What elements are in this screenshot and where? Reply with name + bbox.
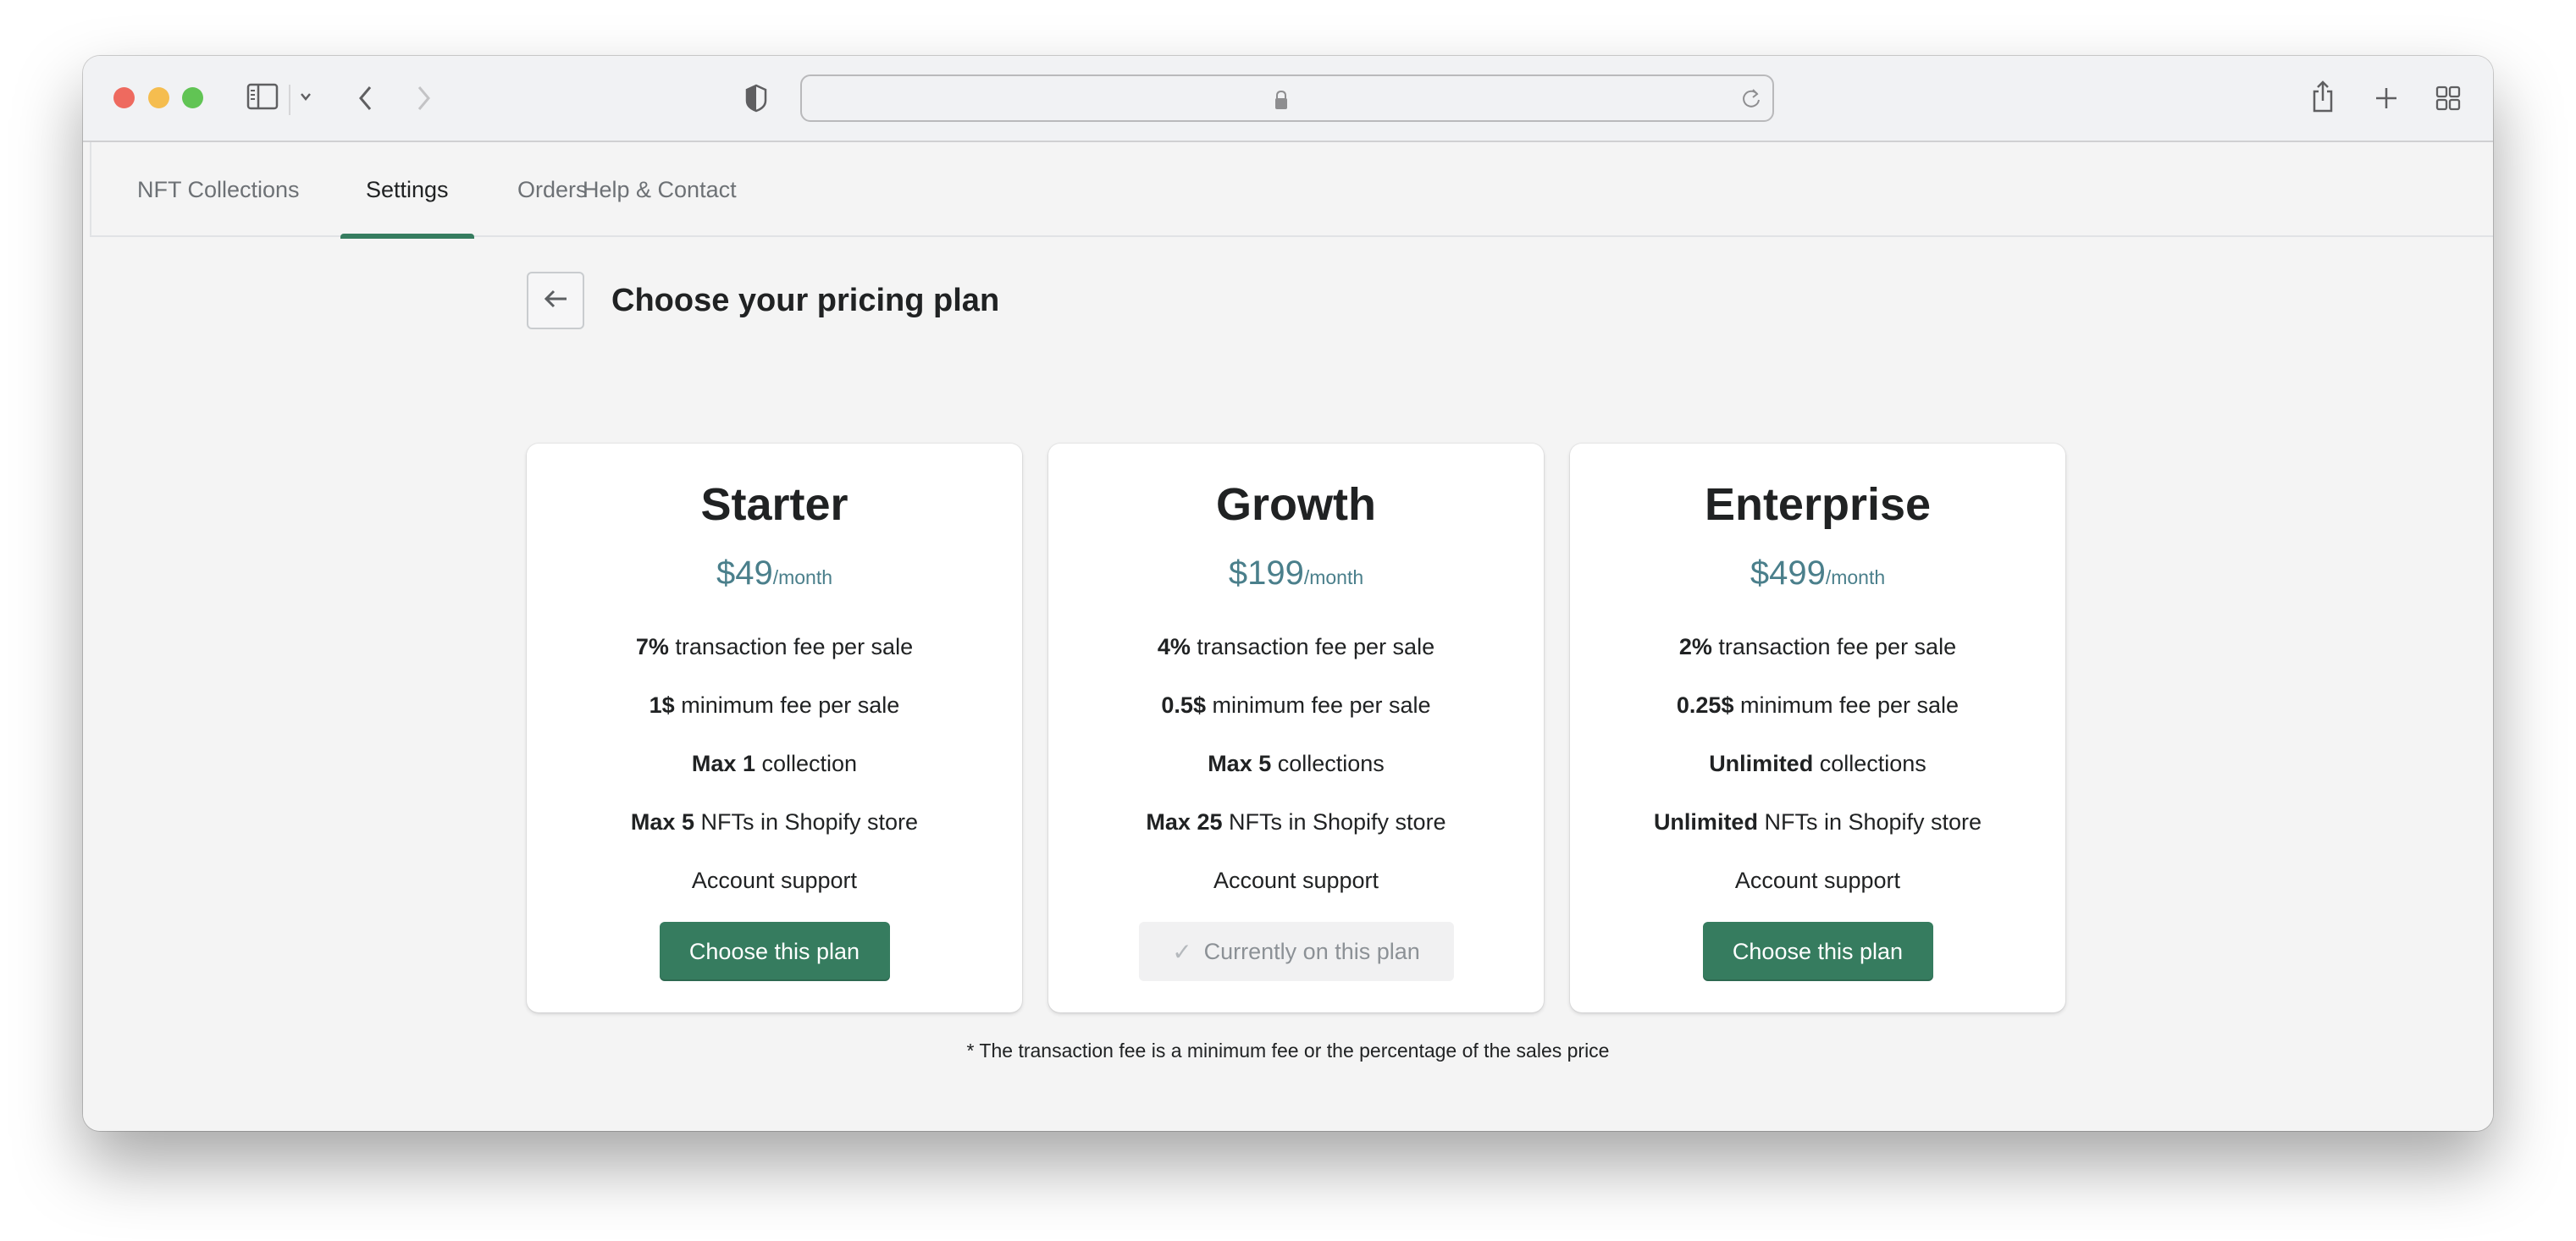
checkmark-icon: ✓ bbox=[1172, 938, 1192, 965]
current-plan-label: Currently on this plan bbox=[1203, 938, 1420, 964]
page-header: Choose your pricing plan bbox=[527, 271, 999, 330]
feature-support: Account support bbox=[1734, 868, 1901, 893]
price-period: /month bbox=[1303, 566, 1364, 588]
feature-support: Account support bbox=[691, 868, 858, 893]
app-navigation-tabs: NFT Collections Settings Orders Help & C… bbox=[90, 142, 2493, 239]
plan-card-growth: Growth $199/month 4% transaction fee per… bbox=[1048, 444, 1544, 1012]
back-button[interactable] bbox=[527, 272, 584, 329]
shield-icon[interactable] bbox=[744, 81, 769, 115]
price-period: /month bbox=[1825, 566, 1886, 588]
arrow-left-icon bbox=[543, 289, 568, 313]
plan-price: $499/month bbox=[1750, 549, 1885, 604]
grid-icon[interactable] bbox=[2434, 81, 2463, 115]
toolbar-divider bbox=[289, 85, 290, 115]
plan-card-starter: Starter $49/month 7% transaction fee per… bbox=[527, 444, 1022, 1012]
lock-icon bbox=[1272, 89, 1291, 111]
tab-settings[interactable]: Settings bbox=[340, 142, 474, 239]
tab-label: NFT Collections bbox=[137, 176, 300, 202]
feature-list: 7% transaction fee per sale 1$ minimum f… bbox=[631, 618, 918, 910]
page-title: Choose your pricing plan bbox=[611, 282, 1000, 318]
feature-nfts: Max 25 NFTs in Shopify store bbox=[1146, 809, 1446, 835]
feature-minimum-fee: 1$ minimum fee per sale bbox=[649, 692, 900, 718]
feature-support: Account support bbox=[1213, 868, 1379, 893]
plan-name: Enterprise bbox=[1704, 479, 1932, 530]
page-content: NFT Collections Settings Orders Help & C… bbox=[83, 142, 2493, 1131]
tab-label: Help & Contact bbox=[583, 176, 737, 202]
chevron-down-icon[interactable] bbox=[296, 86, 315, 107]
chevron-left-icon[interactable] bbox=[352, 81, 378, 115]
tab-nft-collections[interactable]: NFT Collections bbox=[112, 142, 325, 237]
close-window-button[interactable] bbox=[113, 87, 135, 108]
price-amount: $499 bbox=[1750, 554, 1826, 592]
feature-collections: Max 5 collections bbox=[1208, 751, 1385, 776]
browser-window: NFT Collections Settings Orders Help & C… bbox=[83, 56, 2493, 1131]
price-amount: $49 bbox=[716, 554, 773, 592]
feature-transaction-fee: 7% transaction fee per sale bbox=[635, 634, 914, 659]
plus-icon[interactable] bbox=[2372, 81, 2401, 115]
feature-nfts: Unlimited NFTs in Shopify store bbox=[1653, 809, 1982, 835]
active-tab-indicator bbox=[340, 234, 474, 239]
feature-collections: Unlimited collections bbox=[1709, 751, 1926, 776]
feature-nfts: Max 5 NFTs in Shopify store bbox=[630, 809, 919, 835]
feature-minimum-fee: 0.5$ minimum fee per sale bbox=[1161, 692, 1431, 718]
choose-plan-button[interactable]: Choose this plan bbox=[659, 922, 890, 981]
feature-transaction-fee: 4% transaction fee per sale bbox=[1157, 634, 1435, 659]
current-plan-button: ✓ Currently on this plan bbox=[1138, 922, 1454, 981]
feature-list: 4% transaction fee per sale 0.5$ minimum… bbox=[1146, 618, 1446, 910]
chevron-right-icon[interactable] bbox=[412, 81, 437, 115]
address-bar[interactable] bbox=[800, 74, 1774, 122]
plan-price: $49/month bbox=[716, 549, 832, 604]
feature-transaction-fee: 2% transaction fee per sale bbox=[1678, 634, 1957, 659]
feature-minimum-fee: 0.25$ minimum fee per sale bbox=[1676, 692, 1960, 718]
tab-help-contact[interactable]: Help & Contact bbox=[557, 142, 762, 237]
plan-name: Growth bbox=[1216, 479, 1376, 530]
pricing-plans: Starter $49/month 7% transaction fee per… bbox=[527, 444, 2065, 1012]
share-icon[interactable] bbox=[2308, 78, 2337, 115]
plan-card-enterprise: Enterprise $499/month 2% transaction fee… bbox=[1570, 444, 2065, 1012]
sidebar-icon[interactable] bbox=[246, 83, 279, 110]
feature-collections: Max 1 collection bbox=[691, 751, 858, 776]
tab-label: Settings bbox=[366, 176, 449, 202]
minimize-window-button[interactable] bbox=[148, 87, 169, 108]
reload-icon[interactable] bbox=[1739, 86, 1764, 112]
plan-price: $199/month bbox=[1229, 549, 1363, 604]
footnote: * The transaction fee is a minimum fee o… bbox=[966, 1040, 1610, 1062]
price-period: /month bbox=[772, 566, 833, 588]
zoom-window-button[interactable] bbox=[182, 87, 203, 108]
plan-name: Starter bbox=[700, 479, 849, 530]
feature-list: 2% transaction fee per sale 0.25$ minimu… bbox=[1654, 618, 1982, 910]
choose-plan-button[interactable]: Choose this plan bbox=[1702, 922, 1933, 981]
browser-toolbar bbox=[83, 56, 2493, 142]
price-amount: $199 bbox=[1228, 554, 1304, 592]
